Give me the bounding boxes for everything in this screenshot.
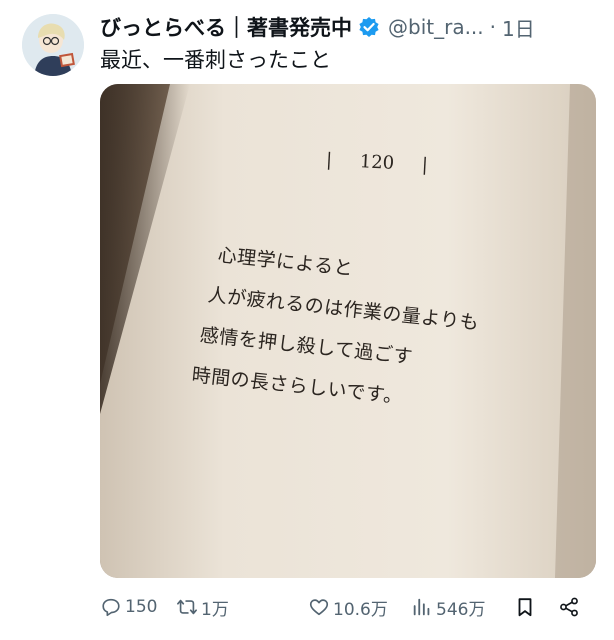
repost-count: 1万 bbox=[201, 599, 229, 620]
reply-button[interactable]: 150 bbox=[100, 596, 157, 618]
share-button[interactable] bbox=[558, 596, 583, 618]
bookmark-icon bbox=[518, 598, 532, 617]
post-image[interactable]: | 120 | 心理学によると 人が疲れるのは作業の量よりも 感情を押し殺して過… bbox=[100, 84, 596, 578]
share-icon bbox=[560, 597, 578, 617]
avatar-illustration bbox=[22, 14, 84, 76]
page-mark-left: | bbox=[325, 149, 333, 171]
reply-count: 150 bbox=[125, 597, 158, 617]
bookmark-button[interactable] bbox=[514, 596, 539, 618]
like-icon bbox=[309, 599, 329, 616]
avatar[interactable] bbox=[22, 14, 84, 76]
page-mark-right: | bbox=[421, 154, 429, 176]
like-button[interactable]: 10.6万 bbox=[308, 595, 388, 620]
page-number: 120 bbox=[359, 151, 395, 174]
post-time[interactable]: 1日 bbox=[502, 13, 535, 42]
user-handle[interactable]: @bit_ra... bbox=[388, 15, 484, 39]
post-text: 最近、一番刺さったこと bbox=[100, 48, 331, 72]
repost-icon bbox=[177, 599, 197, 615]
views-count: 546万 bbox=[436, 599, 486, 620]
verified-badge-icon bbox=[358, 16, 380, 38]
display-name[interactable]: びっとらべる｜著書発売中 bbox=[100, 12, 352, 42]
reply-icon bbox=[102, 598, 120, 617]
separator-dot: · bbox=[489, 15, 497, 39]
post-header: びっとらべる｜著書発売中 @bit_ra... · 1日 bbox=[100, 10, 600, 44]
like-count: 10.6万 bbox=[333, 599, 388, 620]
action-bar: 150 1万 10.6万 546万 bbox=[100, 590, 596, 624]
repost-button[interactable]: 1万 bbox=[176, 595, 229, 620]
views-button[interactable]: 546万 bbox=[411, 595, 485, 620]
views-icon bbox=[413, 598, 430, 616]
